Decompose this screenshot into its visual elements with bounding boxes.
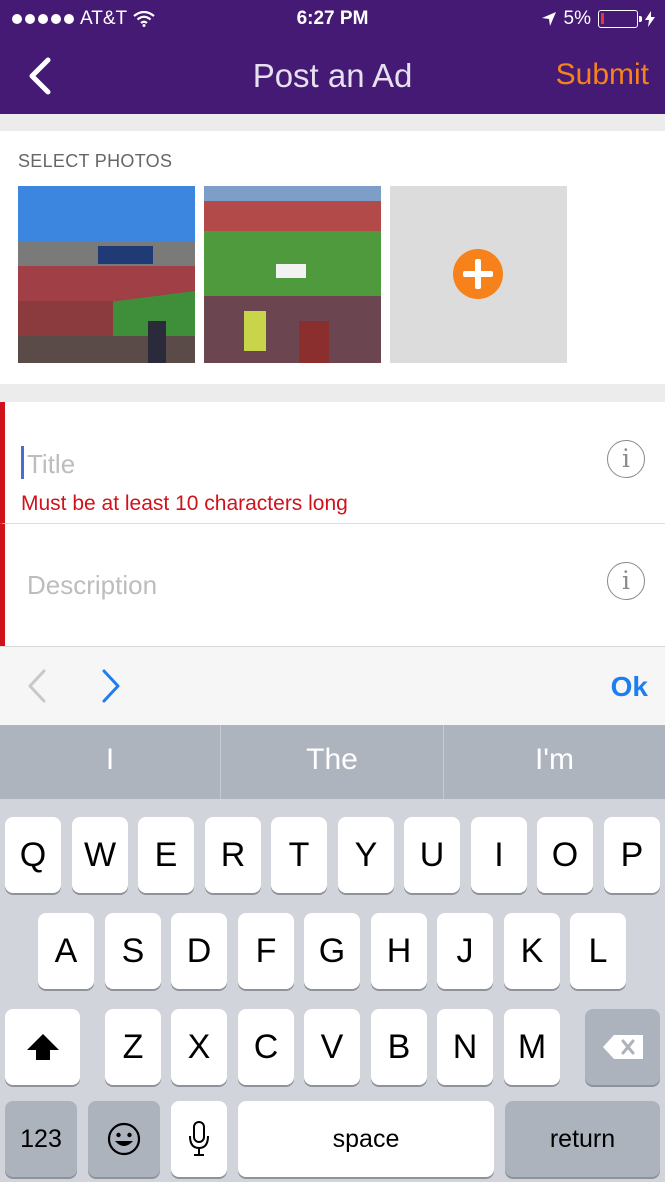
add-photo-button[interactable] <box>390 186 567 363</box>
post-ad-screen: AT&T 6:27 PM 5% Post an Ad Submit SELECT… <box>0 0 665 1182</box>
battery-percent: 5% <box>563 8 591 29</box>
status-right: 5% <box>541 8 655 30</box>
key-o[interactable]: O <box>537 817 593 893</box>
top-bar: AT&T 6:27 PM 5% Post an Ad Submit <box>0 0 665 114</box>
keyboard-accessory-bar: Ok <box>0 646 665 725</box>
key-u[interactable]: U <box>404 817 460 893</box>
keyboard: Q W E R T Y U I O P A S D F G H J K L Z … <box>0 799 665 1182</box>
key-j[interactable]: J <box>437 913 493 989</box>
title-error-message: Must be at least 10 characters long <box>21 492 348 515</box>
navigation-bar: Post an Ad Submit <box>0 40 665 114</box>
numbers-key[interactable]: 123 <box>5 1101 77 1177</box>
key-r[interactable]: R <box>205 817 261 893</box>
key-n[interactable]: N <box>437 1009 493 1085</box>
photo-thumbnail[interactable] <box>204 186 381 363</box>
description-input[interactable]: Description <box>27 570 157 601</box>
key-p[interactable]: P <box>604 817 660 893</box>
key-k[interactable]: K <box>504 913 560 989</box>
key-d[interactable]: D <box>171 913 227 989</box>
key-c[interactable]: C <box>238 1009 294 1085</box>
key-g[interactable]: G <box>304 913 360 989</box>
charging-bolt-icon <box>645 11 655 27</box>
suggestion-item[interactable]: The <box>221 725 443 799</box>
key-z[interactable]: Z <box>105 1009 161 1085</box>
emoji-key[interactable] <box>88 1101 160 1177</box>
key-i[interactable]: I <box>471 817 527 893</box>
suggestion-item[interactable]: I <box>0 725 220 799</box>
status-bar: AT&T 6:27 PM 5% <box>0 0 665 40</box>
key-m[interactable]: M <box>504 1009 560 1085</box>
title-field[interactable]: Title Must be at least 10 characters lon… <box>0 402 665 524</box>
next-field-icon[interactable] <box>96 667 126 705</box>
title-input[interactable]: Title <box>27 449 75 480</box>
key-x[interactable]: X <box>171 1009 227 1085</box>
key-f[interactable]: F <box>238 913 294 989</box>
key-l[interactable]: L <box>570 913 626 989</box>
previous-field-icon[interactable] <box>24 667 54 705</box>
emoji-icon <box>107 1122 141 1156</box>
key-h[interactable]: H <box>371 913 427 989</box>
key-y[interactable]: Y <box>338 817 394 893</box>
predictive-text-bar: I The I'm <box>0 725 665 799</box>
return-key[interactable]: return <box>505 1101 660 1177</box>
info-icon[interactable]: i <box>607 562 645 600</box>
microphone-icon <box>189 1121 209 1156</box>
photo-picker-section: SELECT PHOTOS <box>0 131 665 384</box>
photo-thumbnail[interactable] <box>18 186 195 363</box>
key-s[interactable]: S <box>105 913 161 989</box>
key-w[interactable]: W <box>72 817 128 893</box>
location-arrow-icon <box>541 12 556 26</box>
description-field[interactable]: Description i <box>0 524 665 646</box>
dictation-key[interactable] <box>171 1101 227 1177</box>
key-q[interactable]: Q <box>5 817 61 893</box>
info-icon[interactable]: i <box>607 440 645 478</box>
battery-icon <box>598 10 642 28</box>
plus-circle-icon[interactable] <box>453 249 503 299</box>
key-v[interactable]: V <box>304 1009 360 1085</box>
key-t[interactable]: T <box>271 817 327 893</box>
key-e[interactable]: E <box>138 817 194 893</box>
text-cursor <box>21 446 24 479</box>
shift-arrow-icon <box>26 1034 59 1060</box>
key-a[interactable]: A <box>38 913 94 989</box>
space-key[interactable]: space <box>238 1101 494 1177</box>
select-photos-label: SELECT PHOTOS <box>18 151 173 171</box>
delete-key[interactable] <box>585 1009 660 1085</box>
ad-form: Title Must be at least 10 characters lon… <box>0 402 665 646</box>
submit-button[interactable]: Submit <box>556 58 649 92</box>
shift-key[interactable] <box>5 1009 80 1085</box>
key-b[interactable]: B <box>371 1009 427 1085</box>
backspace-icon <box>602 1035 643 1059</box>
suggestion-item[interactable]: I'm <box>444 725 665 799</box>
ok-button[interactable]: Ok <box>611 671 648 703</box>
